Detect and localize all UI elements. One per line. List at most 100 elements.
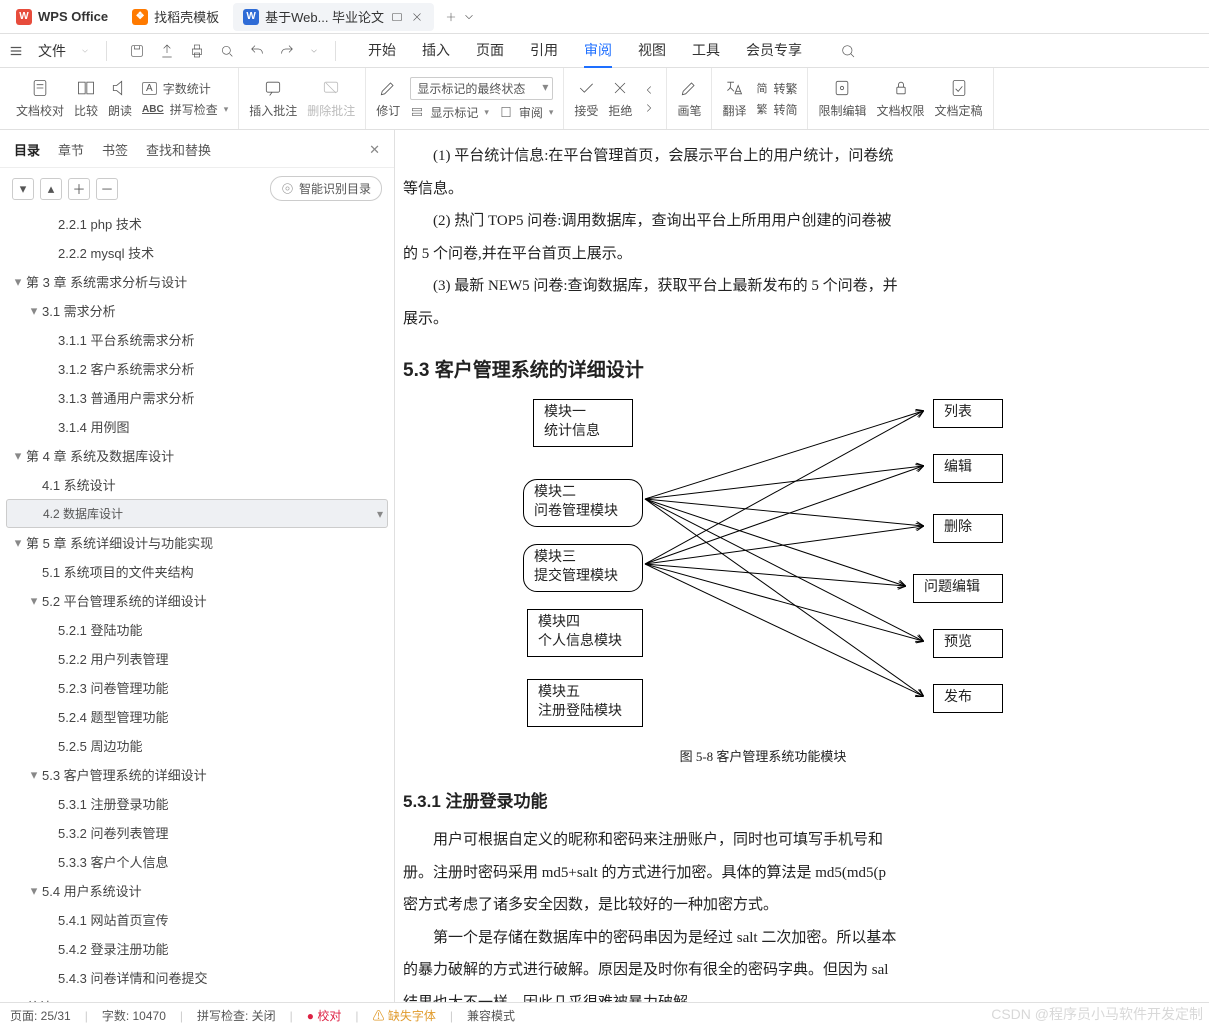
toc-item[interactable]: ▾第 4 章 系统及数据库设计 xyxy=(6,441,388,470)
status-spell[interactable]: 拼写检查: 关闭 xyxy=(197,1007,276,1024)
doc-permission-button[interactable]: 文档权限 xyxy=(877,78,925,119)
save-icon[interactable] xyxy=(129,43,145,59)
to-traditional-button[interactable]: 简转繁 xyxy=(756,80,797,97)
sidebar-tab-find[interactable]: 查找和替换 xyxy=(146,140,211,159)
toc-item[interactable]: 5.4.1 网站首页宣传 xyxy=(6,905,388,934)
smart-toc-button[interactable]: 智能识别目录 xyxy=(270,176,382,201)
prev-change-button[interactable] xyxy=(642,83,656,97)
export-icon[interactable] xyxy=(159,43,175,59)
delete-comment-button[interactable]: 删除批注 xyxy=(307,78,355,119)
toc-item[interactable]: 5.1 系统项目的文件夹结构 xyxy=(6,557,388,586)
toc-item[interactable]: ▾5.2 平台管理系统的详细设计 xyxy=(6,586,388,615)
document-area[interactable]: (1) 平台统计信息:在平台管理首页，会展示平台上的用户统计，问卷统 等信息。 … xyxy=(395,130,1209,1002)
hamburger-icon[interactable] xyxy=(8,44,24,58)
chevron-down-icon[interactable] xyxy=(462,10,476,24)
tab-document[interactable]: W 基于Web... 毕业论文 xyxy=(233,3,434,31)
show-marks-button[interactable]: 显示标记▾ xyxy=(410,104,489,121)
status-missing-font[interactable]: ⚠ 缺失字体 xyxy=(373,1007,436,1024)
toc-item[interactable]: 4.1 系统设计 xyxy=(6,470,388,499)
preview-icon[interactable] xyxy=(219,43,235,59)
status-compat[interactable]: 兼容模式 xyxy=(467,1007,515,1024)
toc-item[interactable]: 5.4.3 问卷详情和问卷提交 xyxy=(6,963,388,992)
toc-twisty-icon[interactable]: ▾ xyxy=(12,448,24,464)
tab-member[interactable]: 会员专享 xyxy=(746,34,802,68)
toc-item[interactable]: 5.2.4 题型管理功能 xyxy=(6,702,388,731)
toc-remove-button[interactable]: － xyxy=(96,178,118,200)
toc-item[interactable]: 3.1.2 客户系统需求分析 xyxy=(6,354,388,383)
toc-item[interactable]: 5.2.2 用户列表管理 xyxy=(6,644,388,673)
toc-twisty-icon[interactable]: ▾ xyxy=(12,535,24,551)
restrict-edit-button[interactable]: 限制编辑 xyxy=(818,78,866,119)
tab-start[interactable]: 开始 xyxy=(368,34,396,68)
read-aloud-button[interactable]: 朗读 xyxy=(108,78,132,119)
toc-item[interactable]: ▾5.3 客户管理系统的详细设计 xyxy=(6,760,388,789)
sidebar-tab-toc[interactable]: 目录 xyxy=(14,140,40,159)
tab-review[interactable]: 审阅 xyxy=(584,34,612,68)
pen-button[interactable]: 画笔 xyxy=(677,78,701,119)
sidebar-tab-chapter[interactable]: 章节 xyxy=(58,140,84,159)
tab-wps-office[interactable]: W WPS Office xyxy=(6,3,118,31)
toc-item[interactable]: 3.1.1 平台系统需求分析 xyxy=(6,325,388,354)
toc-item[interactable]: 5.2.5 周边功能 xyxy=(6,731,388,760)
review-pane-button[interactable]: 审阅▾ xyxy=(499,104,554,121)
status-proof[interactable]: ● 校对 xyxy=(307,1007,342,1024)
toc-twisty-icon[interactable]: ▾ xyxy=(28,303,40,319)
toc-item[interactable]: ▾3.1 需求分析 xyxy=(6,296,388,325)
tab-page[interactable]: 页面 xyxy=(476,34,504,68)
toc-twisty-icon[interactable]: ▾ xyxy=(12,274,24,290)
sidebar-tab-bookmark[interactable]: 书签 xyxy=(102,140,128,159)
toc-item[interactable]: ▾第 3 章 系统需求分析与设计 xyxy=(6,267,388,296)
print-icon[interactable] xyxy=(189,43,205,59)
tab-menu-icon[interactable] xyxy=(390,10,404,24)
translate-button[interactable]: 翻译 xyxy=(722,78,746,119)
toc-item[interactable]: 3.1.4 用例图 xyxy=(6,412,388,441)
toc-item[interactable]: 5.3.2 问卷列表管理 xyxy=(6,818,388,847)
tab-tools[interactable]: 工具 xyxy=(692,34,720,68)
tab-view[interactable]: 视图 xyxy=(638,34,666,68)
spellcheck-button[interactable]: ABC拼写检查▾ xyxy=(142,101,228,118)
toc-collapse-button[interactable]: ▾ xyxy=(12,178,34,200)
insert-comment-button[interactable]: 插入批注 xyxy=(249,78,297,119)
reject-button[interactable]: 拒绝 xyxy=(608,78,632,119)
toc-item[interactable]: ▾第 5 章 系统详细设计与功能实现 xyxy=(6,528,388,557)
undo-icon[interactable] xyxy=(249,43,265,59)
close-icon[interactable]: ✕ xyxy=(369,142,380,158)
tab-close-icon[interactable] xyxy=(410,10,424,24)
chevron-down-icon[interactable] xyxy=(309,43,319,59)
toc-item[interactable]: 5.4.2 登录注册功能 xyxy=(6,934,388,963)
tab-reference[interactable]: 引用 xyxy=(530,34,558,68)
toc-item[interactable]: 5.3.1 注册登录功能 xyxy=(6,789,388,818)
toc-item[interactable]: 总结 xyxy=(6,992,388,1002)
toc-add-button[interactable]: ＋ xyxy=(68,178,90,200)
toc-twisty-icon[interactable]: ▾ xyxy=(28,883,40,899)
wordcount-button[interactable]: A字数统计 xyxy=(142,80,228,97)
status-page[interactable]: 页面: 25/31 xyxy=(10,1007,71,1024)
toc-twisty-icon[interactable]: ▾ xyxy=(28,767,40,783)
toc-twisty-icon[interactable]: ▾ xyxy=(28,593,40,609)
next-change-button[interactable] xyxy=(642,101,656,115)
file-menu[interactable]: 文件 xyxy=(38,41,66,61)
new-tab-icon[interactable] xyxy=(444,10,458,24)
toc-expand-button[interactable]: ▴ xyxy=(40,178,62,200)
chevron-down-icon[interactable] xyxy=(80,46,90,56)
display-mode-select[interactable]: 显示标记的最终状态 xyxy=(410,77,553,100)
tab-insert[interactable]: 插入 xyxy=(422,34,450,68)
accept-button[interactable]: 接受 xyxy=(574,78,598,119)
status-words[interactable]: 字数: 10470 xyxy=(102,1007,166,1024)
doc-check-button[interactable]: 文档校对 xyxy=(16,78,64,119)
tab-template[interactable]: ❖ 找稻壳模板 xyxy=(122,3,229,31)
redo-icon[interactable] xyxy=(279,43,295,59)
toc-item[interactable]: 5.2.1 登陆功能 xyxy=(6,615,388,644)
toc-tree[interactable]: 2.2.1 php 技术2.2.2 mysql 技术▾第 3 章 系统需求分析与… xyxy=(0,209,394,1002)
to-simplified-button[interactable]: 繁转简 xyxy=(756,101,797,118)
toc-item[interactable]: 4.2 数据库设计 xyxy=(6,499,388,528)
search-icon[interactable] xyxy=(840,43,856,59)
toc-item[interactable]: 2.2.2 mysql 技术 xyxy=(6,238,388,267)
toc-item[interactable]: 3.1.3 普通用户需求分析 xyxy=(6,383,388,412)
toc-item[interactable]: ▾5.4 用户系统设计 xyxy=(6,876,388,905)
toc-item[interactable]: 5.3.3 客户个人信息 xyxy=(6,847,388,876)
compare-button[interactable]: 比较 xyxy=(74,78,98,119)
toc-item[interactable]: 5.2.3 问卷管理功能 xyxy=(6,673,388,702)
toc-item[interactable]: 2.2.1 php 技术 xyxy=(6,209,388,238)
doc-final-button[interactable]: 文档定稿 xyxy=(935,78,983,119)
